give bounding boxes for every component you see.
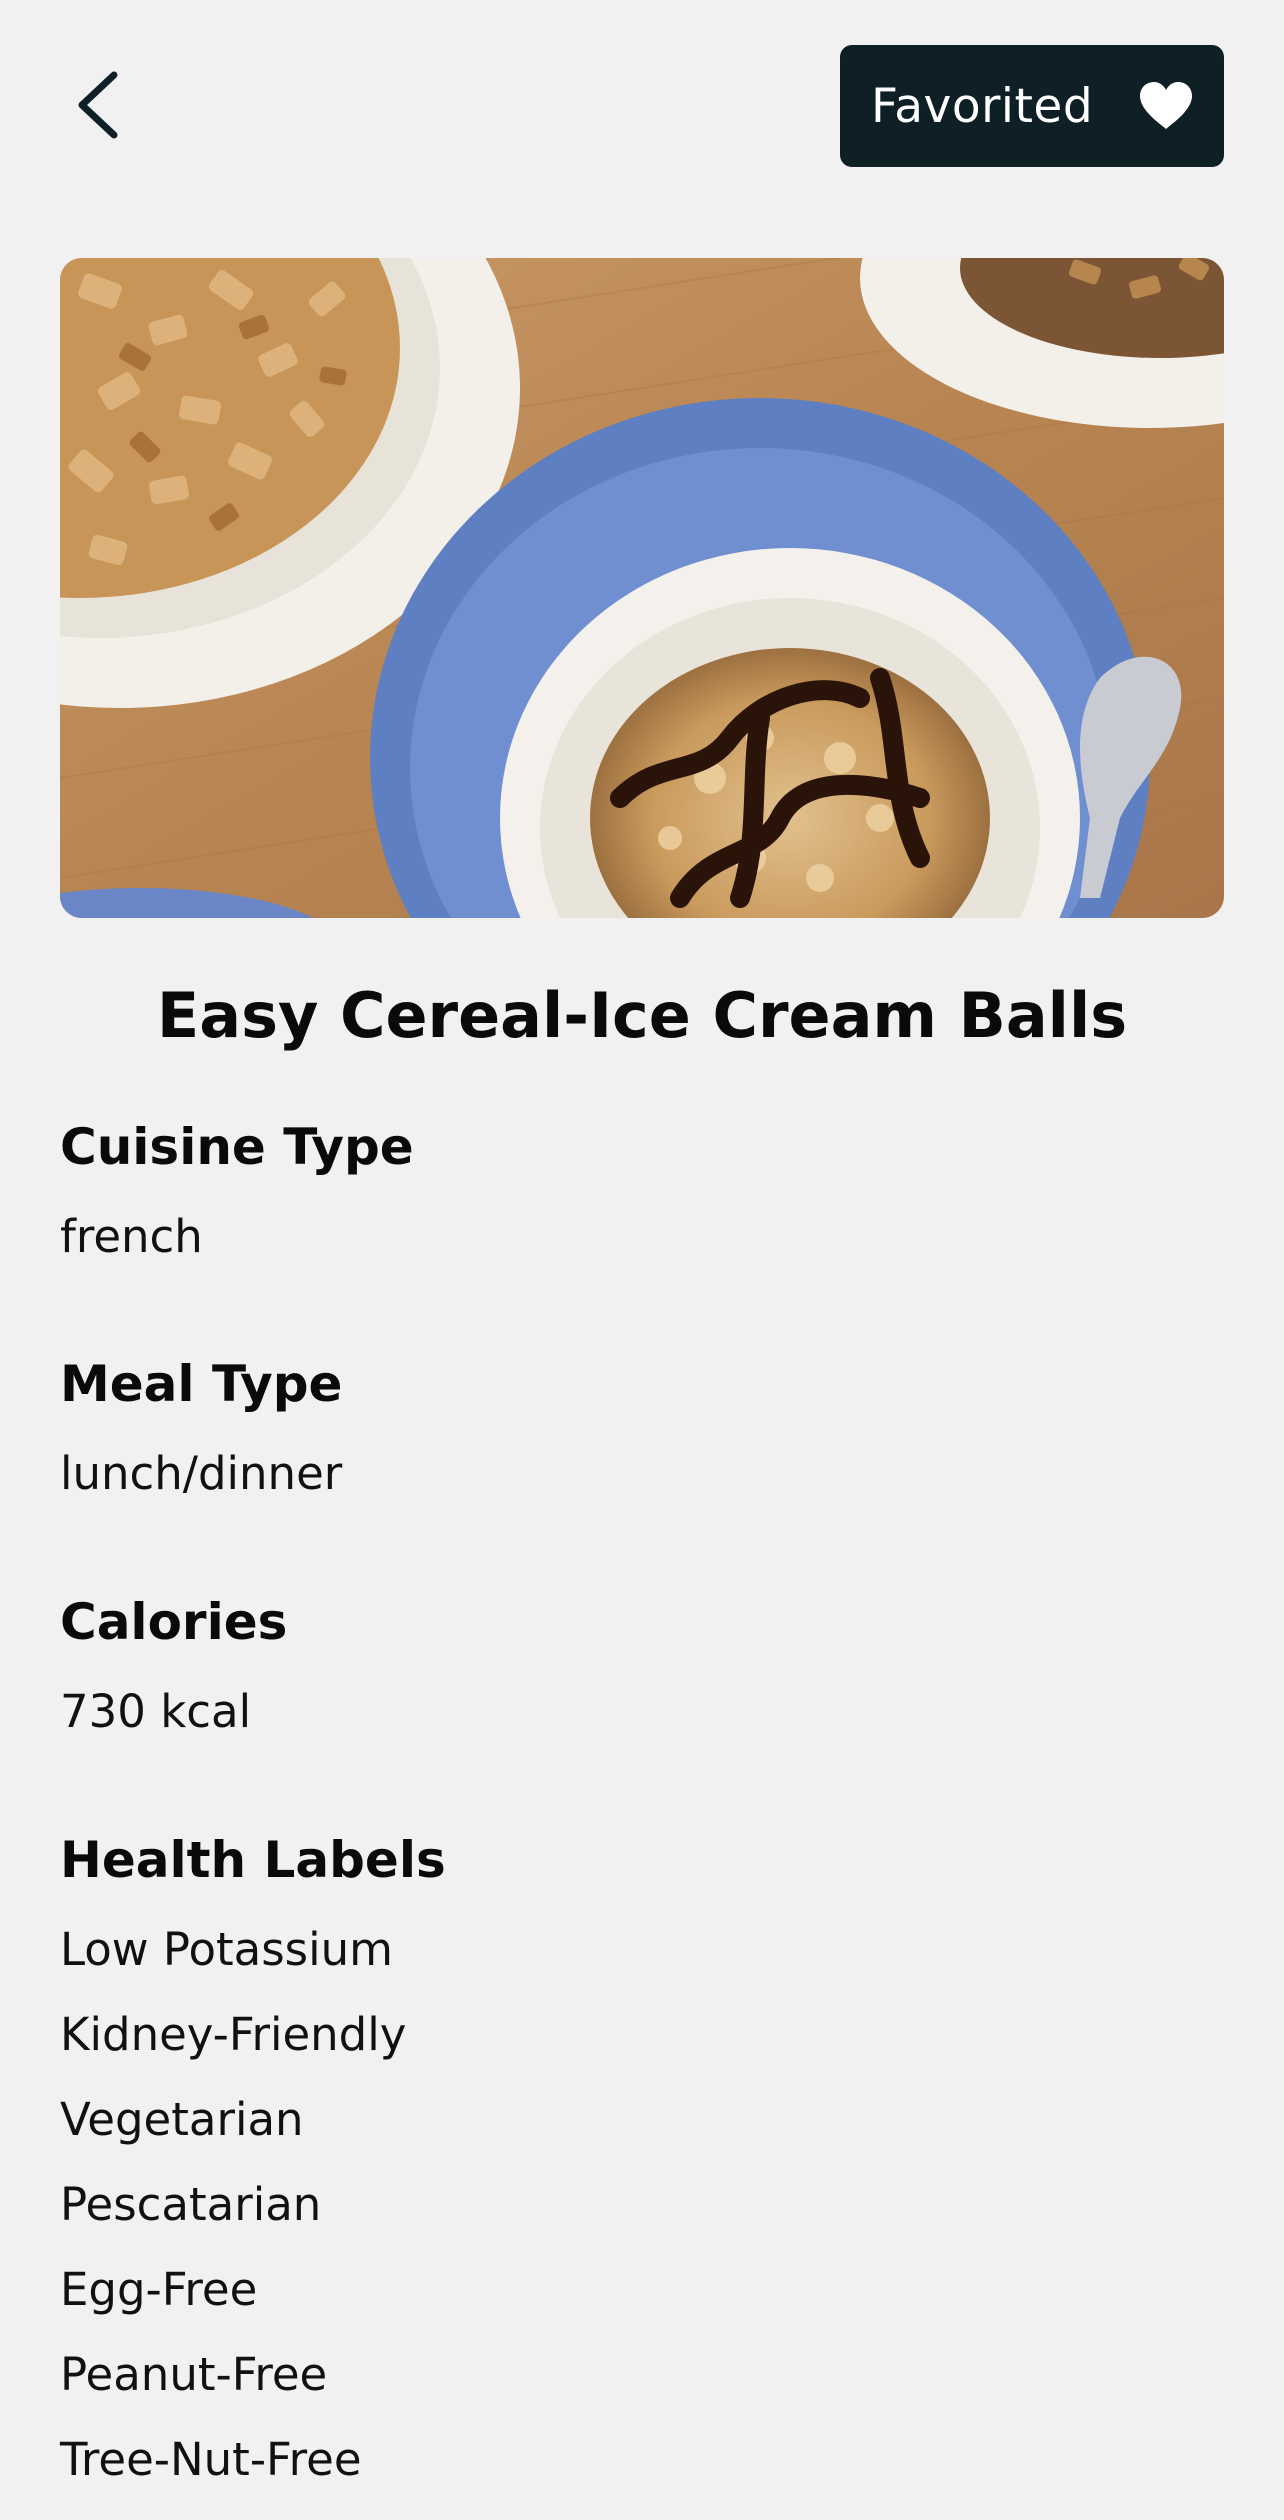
favorite-button[interactable]: Favorited [840,45,1224,167]
heart-icon [1140,82,1192,129]
recipe-detail-screen: Favorited Easy Cereal-Ice Cream Balls Cu… [0,0,1284,2520]
calories-heading: Calories [60,1593,288,1651]
cuisine-type-value: french [60,1210,203,1263]
health-label-item: Kidney-Friendly [60,2008,407,2061]
recipe-title: Easy Cereal-Ice Cream Balls [156,979,1128,1052]
recipe-photo [60,258,1224,918]
health-label-item: Peanut-Free [60,2348,328,2401]
health-label-item: Tree-Nut-Free [60,2433,362,2486]
health-label-item: Egg-Free [60,2263,258,2316]
meal-type-value: lunch/dinner [60,1447,343,1500]
health-label-item: Vegetarian [60,2093,304,2146]
favorite-button-label: Favorited [871,78,1094,134]
health-labels-heading: Health Labels [60,1831,446,1889]
cuisine-type-heading: Cuisine Type [60,1118,414,1176]
meal-type-heading: Meal Type [60,1355,343,1413]
health-label-item: Pescatarian [60,2178,322,2231]
recipe-image [60,258,1224,918]
health-labels-list: Low Potassium Kidney-Friendly Vegetarian… [60,1918,406,2513]
health-label-item: Low Potassium [60,1923,393,1976]
back-button[interactable] [60,65,140,145]
calories-value: 730 kcal [60,1685,252,1738]
chevron-left-icon [78,71,118,139]
